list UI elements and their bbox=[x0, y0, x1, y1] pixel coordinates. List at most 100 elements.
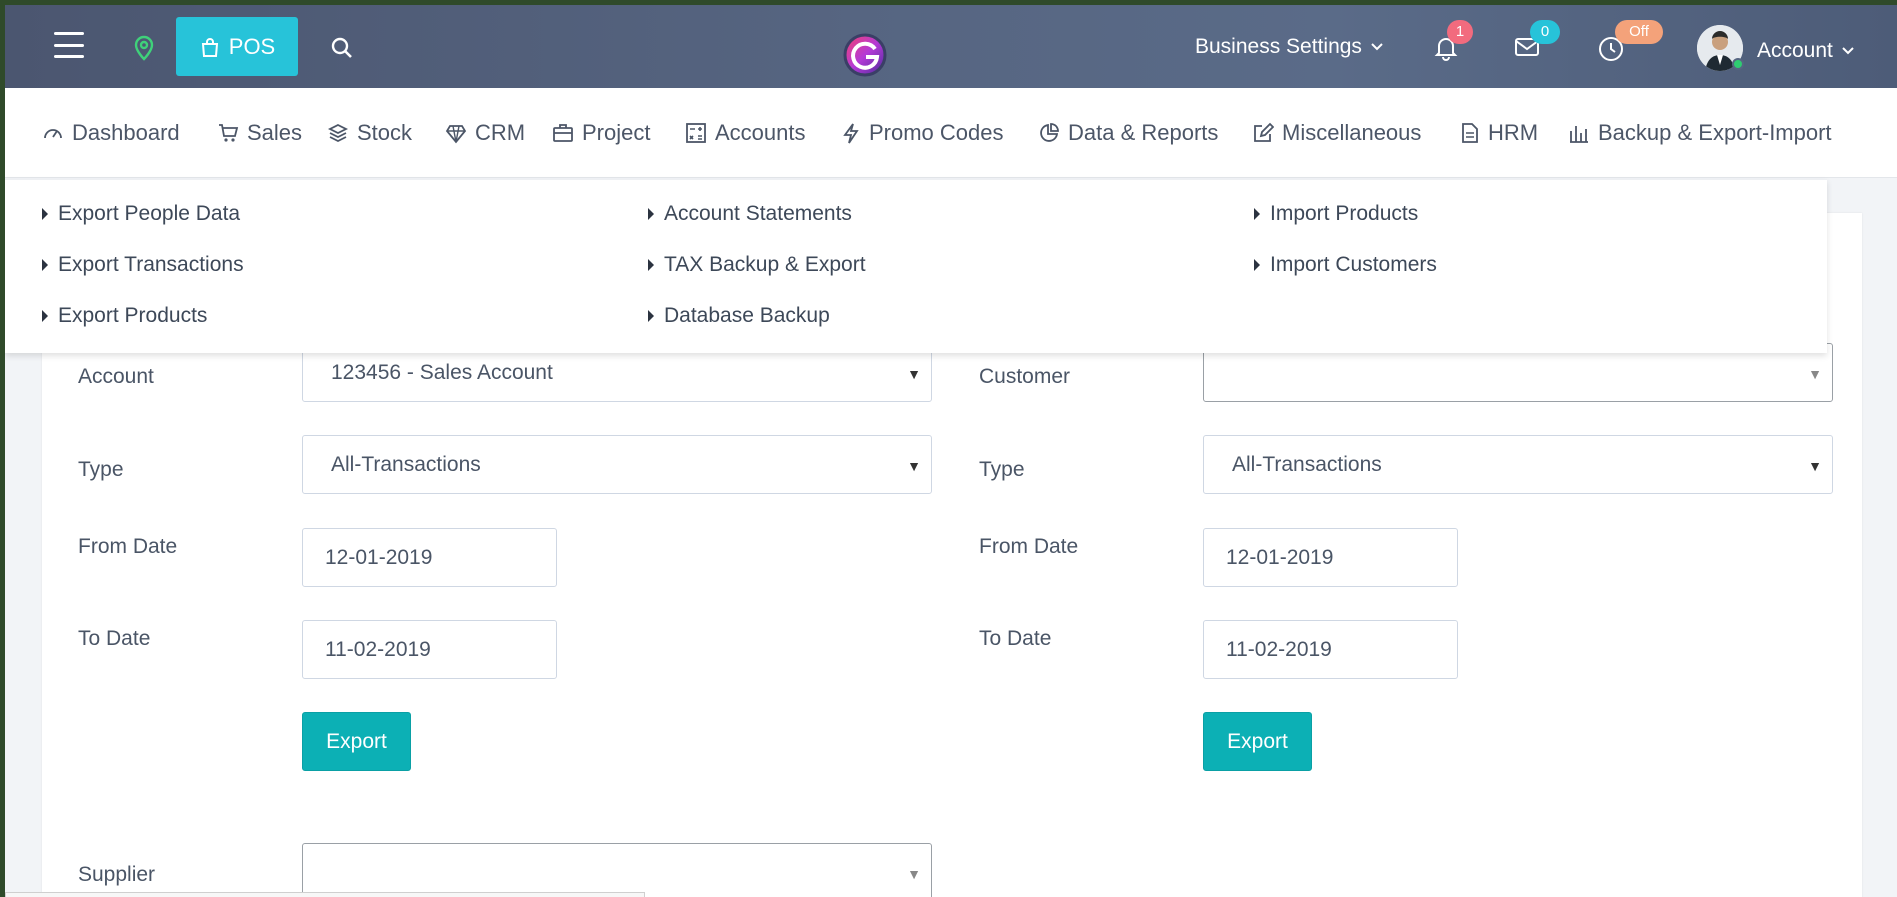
supplier-select[interactable]: ▼ bbox=[302, 843, 932, 897]
nav-label: Dashboard bbox=[72, 120, 180, 145]
bar-chart-icon bbox=[1570, 126, 1588, 143]
menu-item-label: TAX Backup & Export bbox=[664, 253, 866, 276]
export-button-right[interactable]: Export bbox=[1203, 712, 1312, 771]
nav-item-dashboard[interactable]: Dashboard bbox=[42, 120, 180, 146]
brand-logo[interactable] bbox=[841, 31, 891, 77]
diamond-icon bbox=[445, 125, 467, 144]
menu-item-label: Database Backup bbox=[664, 304, 830, 327]
menu-item-export-people-data[interactable]: Export People Data bbox=[42, 202, 240, 226]
type-select-right[interactable]: All-Transactions ▼ bbox=[1203, 435, 1833, 494]
bolt-icon bbox=[843, 123, 859, 144]
nav-item-hrm[interactable]: HRM bbox=[1460, 120, 1538, 146]
nav-label: Data & Reports bbox=[1068, 120, 1219, 145]
menu-icon[interactable] bbox=[53, 32, 85, 58]
caret-down-icon: ▼ bbox=[907, 366, 921, 382]
menu-item-import-customers[interactable]: Import Customers bbox=[1254, 253, 1437, 277]
from-date-value: 12-01-2019 bbox=[325, 545, 433, 569]
to-date-label-right: To Date bbox=[979, 627, 1052, 650]
chevron-down-icon bbox=[1842, 47, 1854, 55]
caret-down-icon: ▼ bbox=[1808, 366, 1822, 382]
menu-item-label: Import Products bbox=[1270, 202, 1419, 225]
backup-export-dropdown: Export People Data Export Transactions E… bbox=[5, 179, 1827, 353]
nav-label: Sales bbox=[247, 120, 303, 145]
document-icon bbox=[1462, 123, 1478, 143]
menu-item-import-products[interactable]: Import Products bbox=[1254, 202, 1418, 226]
type-select-value: All-Transactions bbox=[1232, 452, 1382, 476]
menu-item-label: Export Transactions bbox=[58, 253, 244, 276]
nav-item-crm[interactable]: CRM bbox=[445, 120, 525, 146]
briefcase-icon bbox=[553, 124, 573, 142]
menu-item-account-statements[interactable]: Account Statements bbox=[648, 202, 852, 226]
pos-button[interactable]: POS bbox=[176, 17, 298, 76]
nav-label: CRM bbox=[475, 120, 526, 145]
nav-item-stock[interactable]: Stock bbox=[327, 120, 412, 146]
caret-right-icon bbox=[42, 310, 48, 322]
caret-right-icon bbox=[648, 208, 654, 220]
location-icon[interactable] bbox=[132, 35, 156, 61]
nav-item-promo-codes[interactable]: Promo Codes bbox=[841, 120, 1004, 146]
nav-item-miscellaneous[interactable]: Miscellaneous bbox=[1252, 120, 1421, 146]
account-select-value: 123456 - Sales Account bbox=[331, 360, 553, 384]
export-button[interactable]: Export bbox=[302, 712, 411, 771]
account-menu[interactable]: Account bbox=[1757, 39, 1855, 63]
menu-item-export-products[interactable]: Export Products bbox=[42, 304, 207, 328]
online-status-dot bbox=[1732, 58, 1744, 70]
nav-item-project[interactable]: Project bbox=[552, 120, 650, 146]
nav-item-backup-export-import[interactable]: Backup & Export-Import bbox=[1568, 120, 1832, 146]
nav-label: HRM bbox=[1488, 120, 1539, 145]
search-icon[interactable] bbox=[331, 37, 353, 59]
browser-status-bar bbox=[5, 892, 645, 897]
to-date-label: To Date bbox=[78, 627, 151, 650]
menu-item-tax-backup-export[interactable]: TAX Backup & Export bbox=[648, 253, 866, 277]
menu-item-label: Import Customers bbox=[1270, 253, 1437, 276]
business-settings-menu[interactable]: Business Settings bbox=[1195, 35, 1384, 59]
to-date-input[interactable]: 11-02-2019 bbox=[302, 620, 557, 679]
nav-item-sales[interactable]: Sales bbox=[217, 120, 302, 146]
nav-item-accounts[interactable]: Accounts bbox=[685, 120, 806, 146]
caret-down-icon: ▼ bbox=[907, 458, 921, 474]
menu-item-label: Export Products bbox=[58, 304, 208, 327]
to-date-value: 11-02-2019 bbox=[1226, 637, 1332, 661]
menu-item-database-backup[interactable]: Database Backup bbox=[648, 304, 830, 328]
chevron-down-icon bbox=[1371, 43, 1383, 51]
nav-label: Promo Codes bbox=[869, 120, 1004, 145]
type-select[interactable]: All-Transactions ▼ bbox=[302, 435, 932, 494]
caret-right-icon bbox=[42, 259, 48, 271]
nav-label: Accounts bbox=[715, 120, 806, 145]
to-date-value: 11-02-2019 bbox=[325, 637, 431, 661]
from-date-input[interactable]: 12-01-2019 bbox=[302, 528, 557, 587]
nav-label: Stock bbox=[357, 120, 413, 145]
nav-item-data-reports[interactable]: Data & Reports bbox=[1038, 120, 1218, 146]
menu-item-label: Export People Data bbox=[58, 202, 241, 225]
pie-icon bbox=[1040, 123, 1059, 142]
type-select-value: All-Transactions bbox=[331, 452, 481, 476]
caret-down-icon: ▼ bbox=[907, 866, 921, 882]
messages-badge: 0 bbox=[1530, 20, 1560, 44]
menu-item-label: Account Statements bbox=[664, 202, 852, 225]
nav-label: Backup & Export-Import bbox=[1598, 120, 1832, 145]
main-nav: Dashboard Sales Stock CRM Project Accoun… bbox=[5, 88, 1897, 178]
menu-item-export-transactions[interactable]: Export Transactions bbox=[42, 253, 244, 277]
account-label: Account bbox=[1757, 39, 1833, 62]
from-date-value: 12-01-2019 bbox=[1226, 545, 1334, 569]
type-label-right: Type bbox=[979, 458, 1025, 481]
app-window: POS Business Settings 1 0 Off Account Da… bbox=[5, 5, 1897, 897]
caret-right-icon bbox=[1254, 208, 1260, 220]
caret-right-icon bbox=[648, 259, 654, 271]
to-date-input-right[interactable]: 11-02-2019 bbox=[1203, 620, 1458, 679]
supplier-label: Supplier bbox=[78, 863, 156, 886]
business-settings-label: Business Settings bbox=[1195, 35, 1362, 58]
clock-status-badge: Off bbox=[1615, 20, 1663, 44]
type-label: Type bbox=[78, 458, 124, 481]
customer-label: Customer bbox=[979, 365, 1071, 388]
calculator-icon bbox=[686, 123, 706, 143]
layers-icon bbox=[327, 123, 349, 143]
edit-icon bbox=[1254, 122, 1274, 142]
from-date-label: From Date bbox=[78, 535, 178, 558]
from-date-input-right[interactable]: 12-01-2019 bbox=[1203, 528, 1458, 587]
pos-label: POS bbox=[228, 33, 276, 59]
notifications-badge: 1 bbox=[1447, 20, 1473, 44]
nav-label: Project bbox=[582, 120, 651, 145]
shopping-bag-icon bbox=[201, 37, 218, 57]
from-date-label-right: From Date bbox=[979, 535, 1079, 558]
